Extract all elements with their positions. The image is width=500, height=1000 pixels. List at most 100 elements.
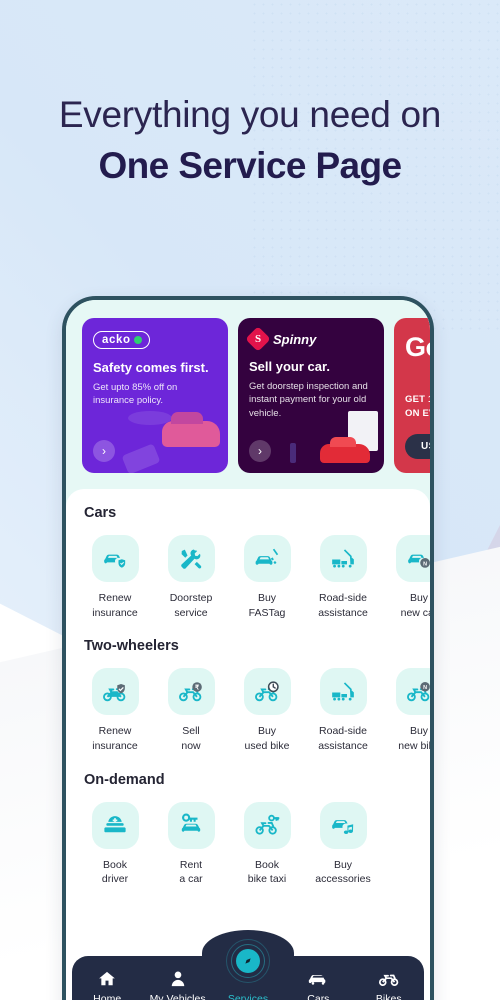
promo-offer-line-1: GET 10% OFF (405, 393, 434, 405)
service-tile-book-driver[interactable]: Book driver (82, 801, 148, 887)
acko-logo-text: acko (102, 334, 131, 346)
home-icon (97, 969, 117, 989)
svg-text:N: N (423, 685, 427, 691)
car-key-icon (167, 801, 215, 849)
promo-title: GoMechanic (405, 332, 430, 362)
spinny-logo-text: Spinny (273, 331, 317, 347)
section-title: On-demand (84, 771, 165, 788)
tile-label: Doorstep service (169, 592, 213, 619)
section-two-wheelers: Two-wheelers Renew insurance ₹ Sell now (66, 638, 430, 753)
service-tile-buy-fastag[interactable]: Buy FASTag (234, 535, 300, 620)
car-shield-icon (91, 535, 139, 582)
page-root: Everything you need on One Service Page … (0, 0, 500, 1000)
tile-label: Book bike taxi (247, 858, 287, 886)
acko-car-art (162, 412, 220, 447)
nav-label: Home (93, 993, 122, 1000)
page-title: Everything you need on One Service Page (0, 92, 500, 188)
promo-offer-lines: GET 10% OFF ON EVERY SERVICE (405, 393, 434, 422)
nav-label: Cars (307, 993, 330, 1000)
promo-carousel[interactable]: acko Safety comes first. Get upto 85% of… (66, 300, 430, 489)
nav-item-home[interactable]: Home (75, 969, 139, 1000)
tile-label: Road-side assistance (318, 592, 368, 619)
compass-disc (235, 949, 260, 973)
acko-logo: acko (93, 331, 150, 349)
bike-rupee-icon: ₹ (167, 668, 215, 716)
nav-bar: Home My Vehicles Services Cars Bikes (72, 939, 424, 1000)
service-tile-renew-insurance-car[interactable]: Renew insurance (82, 535, 148, 620)
promo-card-gomechanic[interactable]: GoMechanic GET 10% OFF ON EVERY SERVICE … (394, 318, 434, 473)
wrench-screwdriver-icon (167, 535, 215, 582)
car-icon (307, 967, 329, 989)
acko-phone-art (121, 443, 161, 473)
section-on-demand: On-demand Book driver Rent a car Book bi… (66, 772, 430, 887)
bottom-navigation: Home My Vehicles Services Cars Bikes (66, 930, 430, 1000)
bike-icon (378, 967, 400, 989)
section-title: Two-wheelers (84, 638, 179, 655)
section-tiles[interactable]: Book driver Rent a car Book bike taxi Bu… (66, 801, 430, 887)
nav-item-cars[interactable]: Cars (286, 967, 350, 1000)
service-tile-road-side-assistance-car[interactable]: Road-side assistance (310, 535, 376, 620)
promo-card-acko[interactable]: acko Safety comes first. Get upto 85% of… (82, 318, 228, 473)
spinny-logo-letter: S (254, 333, 262, 345)
spinny-person-art (290, 443, 296, 463)
spinny-logo: S Spinny (245, 326, 373, 352)
tile-label: Renew insurance (92, 725, 138, 753)
tile-label: Buy FASTag (248, 592, 286, 619)
promo-subtitle: Get doorstep inspection and instant paym… (249, 380, 368, 419)
compass-icon (225, 939, 270, 983)
promo-card-spinny[interactable]: S Spinny Sell your car. Get doorstep ins… (238, 318, 384, 473)
acko-logo-dot-icon (133, 336, 142, 344)
tile-label: Rent a car (179, 858, 203, 886)
svg-text:N: N (423, 561, 427, 567)
tile-label: Buy new bike (398, 725, 430, 753)
service-tile-buy-accessories[interactable]: Buy accessories (310, 801, 376, 887)
tile-label: Buy used bike (244, 725, 290, 753)
acko-shadow-art (128, 411, 172, 425)
use-code-button[interactable]: USE CODE (405, 434, 430, 459)
section-tiles[interactable]: Renew insurance ₹ Sell now Buy used bike (66, 668, 430, 753)
service-tile-renew-insurance-bike[interactable]: Renew insurance (82, 668, 148, 753)
promo-next-arrow-icon[interactable]: › (249, 440, 271, 462)
tow-truck-icon (319, 535, 367, 582)
promo-title: Sell your car. (249, 359, 330, 374)
tile-label: Road-side assistance (318, 725, 368, 753)
service-tile-rent-a-car[interactable]: Rent a car (158, 801, 224, 887)
spinny-car-art (320, 437, 370, 463)
bike-clock-icon (243, 668, 291, 716)
tow-truck-icon (319, 668, 367, 716)
bike-new-icon: N (395, 668, 430, 716)
service-tile-buy-used-bike[interactable]: Buy used bike (234, 668, 300, 753)
services-sheet: Cars Renew insurance Doorstep service Bu… (66, 489, 430, 1000)
nav-item-my-vehicles[interactable]: My Vehicles (146, 969, 210, 1000)
section-tiles[interactable]: Renew insurance Doorstep service Buy FAS… (66, 535, 430, 620)
headline-line-2: One Service Page (98, 145, 402, 187)
nav-item-services[interactable]: Services (216, 939, 280, 1000)
spinny-logo-mark-icon: S (245, 326, 271, 352)
tile-label: Sell now (181, 725, 201, 753)
service-tile-book-bike-taxi[interactable]: Book bike taxi (234, 801, 300, 887)
tile-label: Book driver (101, 858, 129, 886)
phone-mockup: acko Safety comes first. Get upto 85% of… (62, 296, 434, 1000)
promo-offer-line-2: ON EVERY SERVICE (405, 407, 430, 419)
car-fastag-icon (243, 535, 291, 582)
headline-line-1: Everything you need on (58, 94, 442, 135)
nav-item-bikes[interactable]: Bikes (357, 967, 421, 1000)
person-icon (168, 969, 188, 989)
tile-label: Renew insurance (92, 592, 138, 619)
promo-next-arrow-icon[interactable]: › (93, 440, 115, 462)
nav-label: Services (227, 993, 269, 1000)
bike-shield-icon (91, 668, 139, 716)
service-tile-road-side-assistance-bike[interactable]: Road-side assistance (310, 668, 376, 753)
section-cars: Cars Renew insurance Doorstep service Bu… (66, 505, 430, 620)
nav-label: My Vehicles (149, 993, 206, 1000)
service-tile-doorstep-service[interactable]: Doorstep service (158, 535, 224, 620)
service-tile-buy-new-car[interactable]: N Buy new car (386, 535, 430, 620)
service-tile-sell-now-bike[interactable]: ₹ Sell now (158, 668, 224, 753)
driver-cap-icon (91, 801, 139, 849)
service-tile-buy-new-bike[interactable]: N Buy new bike (386, 668, 430, 753)
promo-title: Safety comes first. (93, 360, 209, 375)
car-music-icon (319, 801, 367, 849)
tile-label: Buy new car (400, 592, 430, 619)
car-new-icon: N (395, 535, 430, 582)
bike-taxi-icon (243, 801, 291, 849)
